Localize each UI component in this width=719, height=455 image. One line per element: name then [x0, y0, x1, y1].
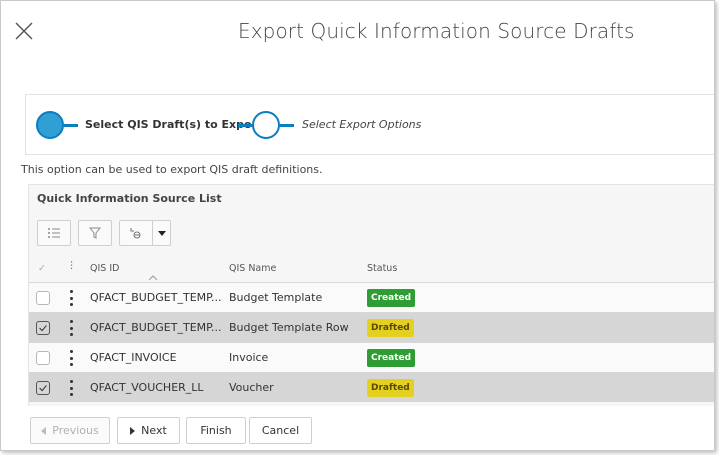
qis-name-cell: Budget Template Row [229, 321, 349, 334]
dialog-title: Export Quick Information Source Drafts [238, 19, 635, 43]
previous-button[interactable]: Previous [30, 417, 110, 444]
status-badge: Created [367, 289, 416, 307]
step-2-indicator[interactable] [252, 111, 280, 139]
row-menu-icon[interactable] [69, 380, 73, 396]
next-button[interactable]: Next [117, 417, 180, 444]
wizard-steps: Select QIS Draft(s) to Export Select Exp… [25, 94, 714, 155]
checked-checkbox-icon[interactable] [36, 321, 50, 335]
finish-button[interactable]: Finish [186, 417, 246, 444]
checked-checkbox-icon[interactable] [36, 381, 50, 395]
filter-icon [89, 227, 101, 239]
step-1-indicator[interactable] [36, 111, 64, 139]
group-by-button[interactable] [119, 220, 171, 246]
list-settings-icon [48, 228, 60, 238]
step-connector [280, 124, 294, 127]
qis-id-cell[interactable]: QFACT_INVOICE [90, 351, 177, 364]
step-2-label[interactable]: Select Export Options [302, 118, 421, 131]
table-row[interactable]: QFACT_BUDGET_TEMP... Budget Template Row… [29, 312, 714, 342]
step-connector [238, 124, 252, 127]
column-header-status[interactable]: Status [367, 263, 397, 274]
filter-button[interactable] [78, 220, 112, 246]
caret-down-icon [157, 230, 166, 236]
row-menu-icon[interactable] [69, 350, 73, 366]
chevron-left-icon [41, 426, 47, 435]
qis-id-cell[interactable]: QFACT_BUDGET_TEMP... [90, 291, 222, 304]
column-header-qis-id[interactable]: QIS ID [90, 263, 119, 274]
table-header: ✓ ⋮ QIS ID QIS Name Status [29, 259, 714, 283]
description-text: This option can be used to export QIS dr… [21, 163, 323, 176]
list-settings-button[interactable] [37, 220, 71, 246]
qis-name-cell: Invoice [229, 351, 269, 364]
status-badge: Created [367, 349, 416, 367]
status-badge: Drafted [367, 379, 414, 397]
step-connector [64, 124, 78, 127]
table-row[interactable]: QFACT_INVOICE Invoice Created [29, 342, 714, 372]
previous-label: Previous [52, 424, 99, 437]
row-menu-icon[interactable] [69, 290, 73, 306]
qis-list-panel: Quick Information Source List ✓ ⋮ QIS ID… [28, 184, 714, 406]
qis-name-cell: Voucher [229, 381, 274, 394]
close-icon[interactable] [13, 20, 35, 42]
row-menu-icon[interactable] [69, 320, 73, 336]
row-checkbox[interactable] [36, 351, 50, 365]
group-dropdown-button[interactable] [152, 221, 170, 245]
qis-id-cell[interactable]: QFACT_VOUCHER_LL [90, 381, 204, 394]
status-badge: Drafted [367, 319, 414, 337]
qis-id-cell[interactable]: QFACT_BUDGET_TEMP... [90, 321, 222, 334]
column-options-icon[interactable]: ⋮ [67, 260, 77, 271]
group-by-icon [130, 228, 141, 239]
select-all-header[interactable]: ✓ [38, 263, 46, 274]
row-checkbox[interactable] [36, 291, 50, 305]
step-1-label[interactable]: Select QIS Draft(s) to Export [85, 118, 262, 131]
column-header-qis-name[interactable]: QIS Name [229, 263, 276, 274]
export-dialog: Export Quick Information Source Drafts S… [0, 0, 715, 451]
cancel-button[interactable]: Cancel [249, 417, 312, 444]
table-row[interactable]: QFACT_BUDGET_TEMP... Budget Template Cre… [29, 282, 714, 312]
table-row[interactable]: QFACT_VOUCHER_LL Voucher Drafted [29, 372, 714, 402]
next-label: Next [141, 424, 167, 437]
sort-ascending-icon[interactable] [149, 275, 157, 280]
list-title: Quick Information Source List [37, 192, 222, 205]
qis-name-cell: Budget Template [229, 291, 323, 304]
chevron-right-icon [130, 426, 136, 435]
